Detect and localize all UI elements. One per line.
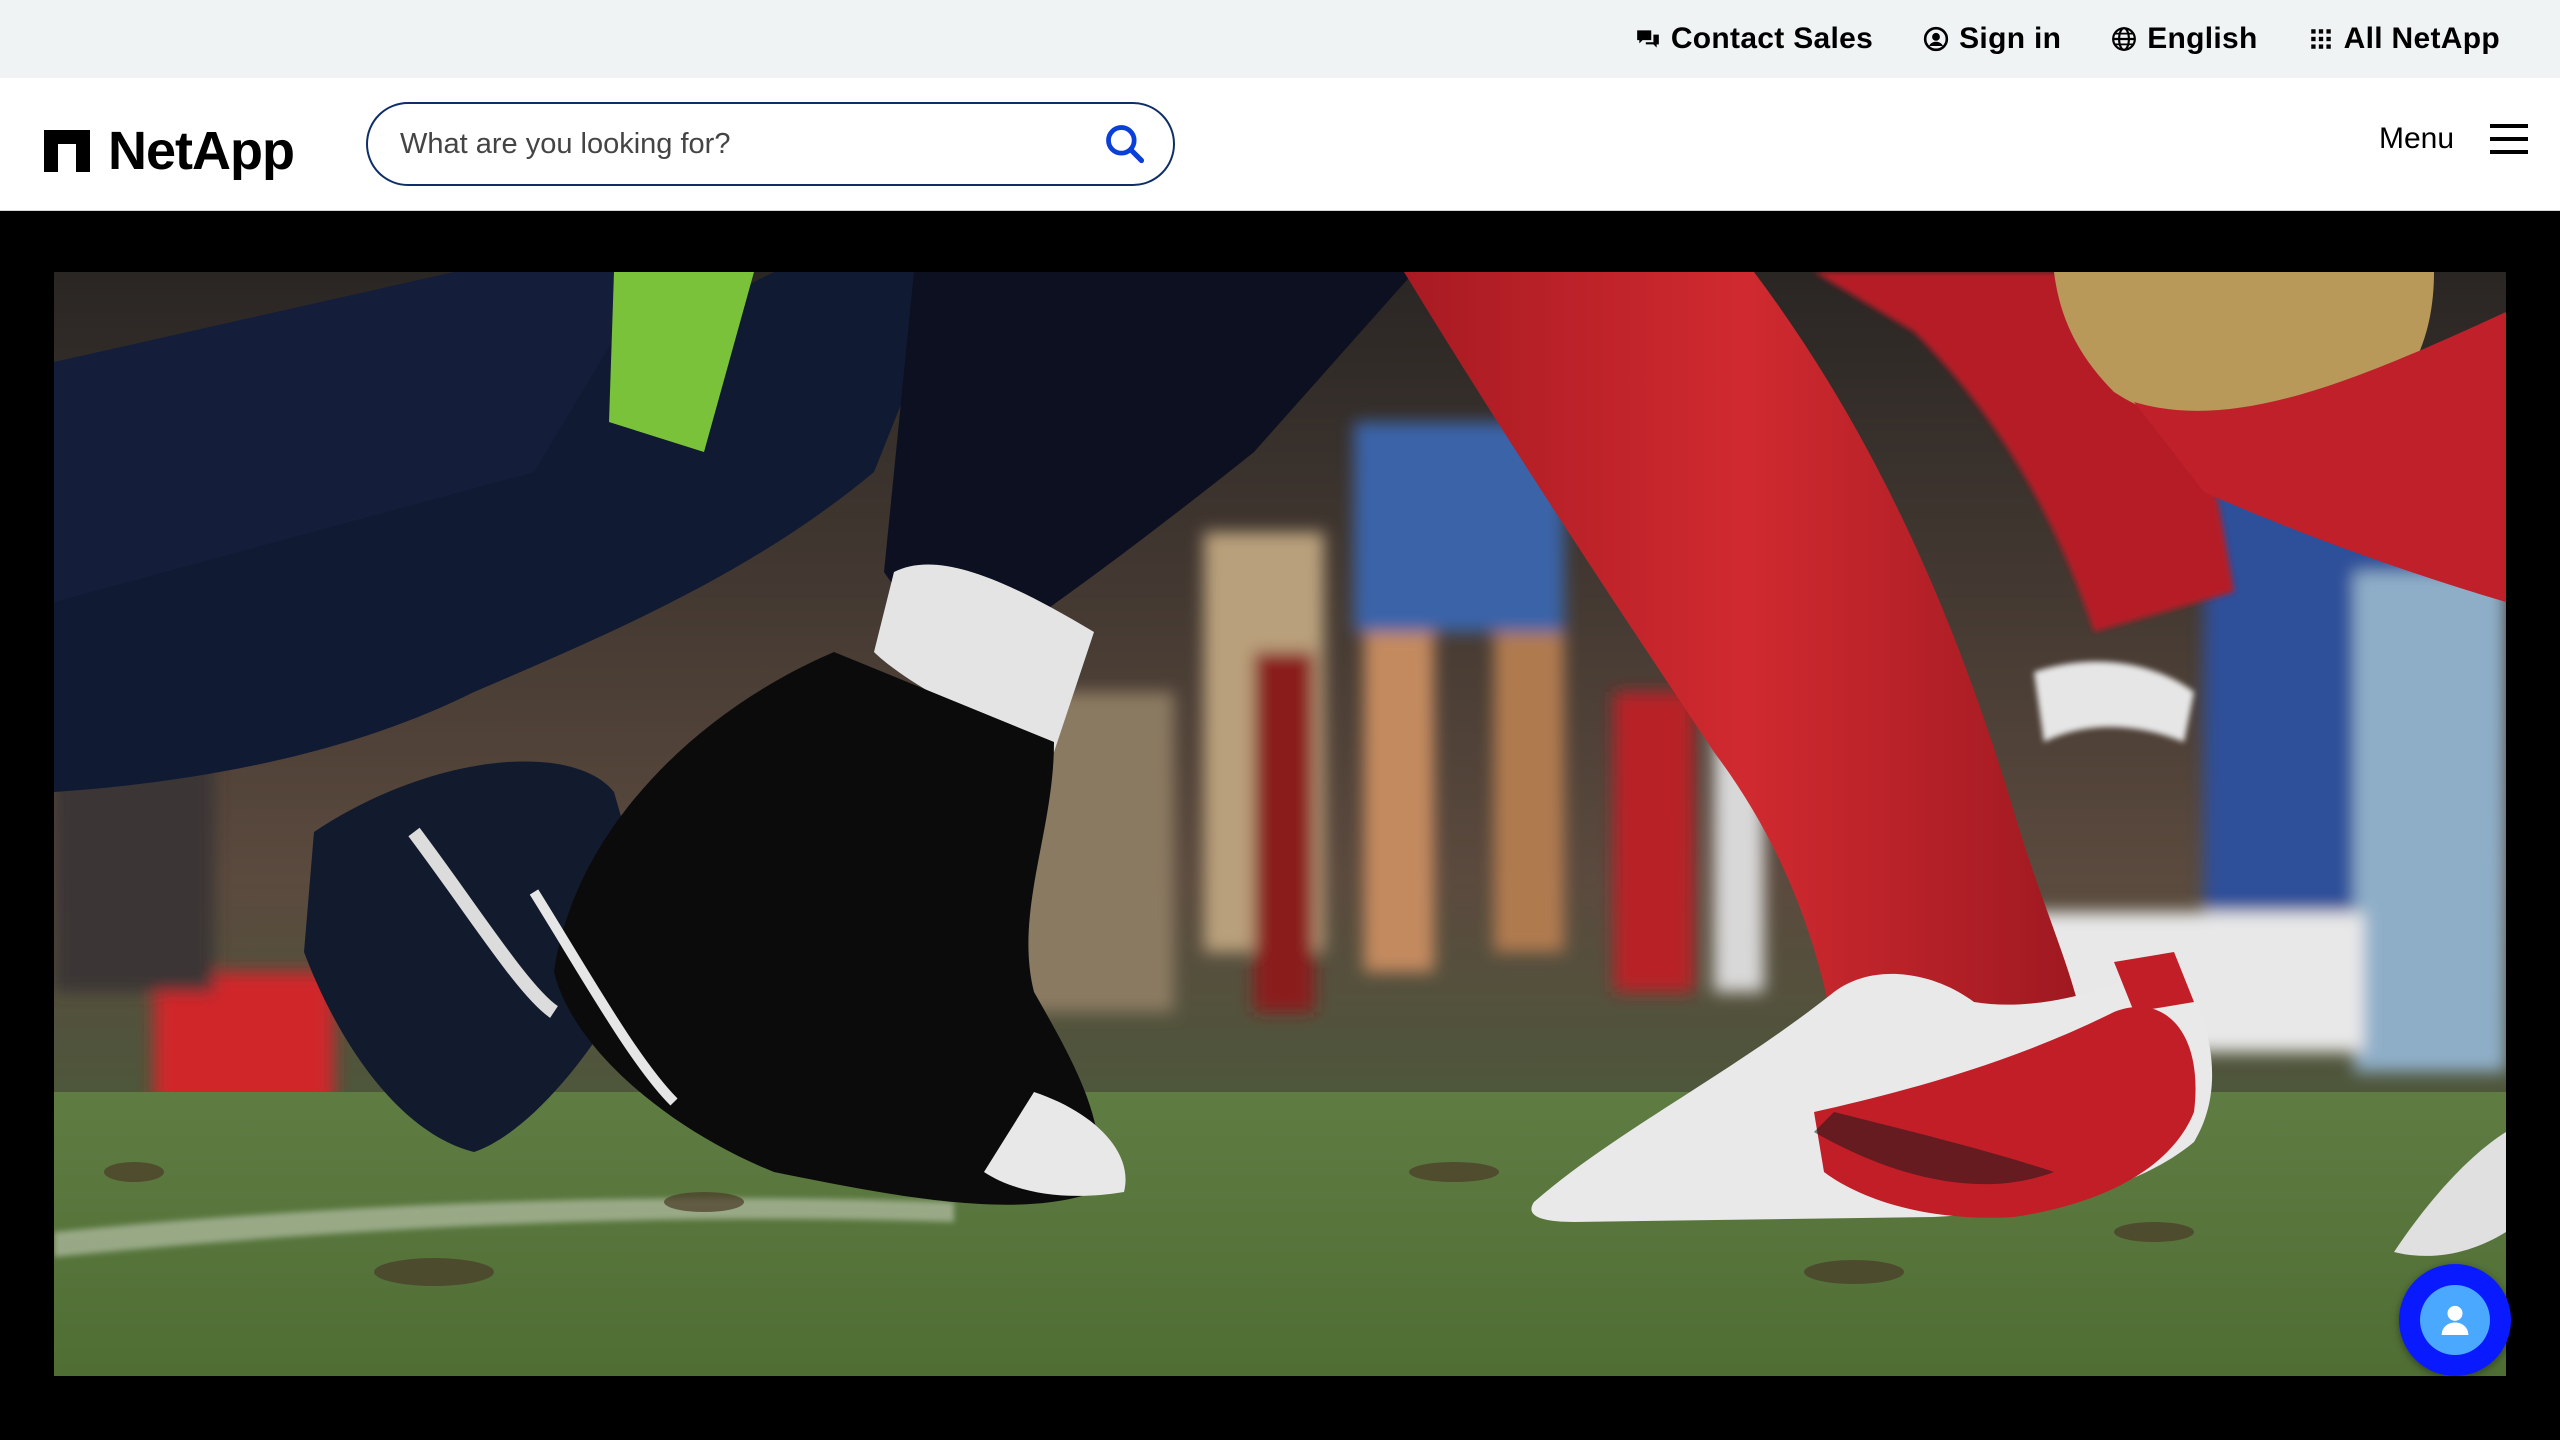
chat-bubbles-icon [1636, 30, 1659, 48]
globe-icon [2112, 27, 2137, 51]
search-bar [366, 102, 1175, 186]
language-selector[interactable]: English [2111, 22, 2257, 56]
language-label: English [2147, 22, 2258, 55]
search-icon[interactable] [1103, 122, 1147, 166]
netapp-logo[interactable]: NetApp [44, 120, 295, 182]
hero-section [0, 211, 2560, 1440]
logo-text: NetApp [108, 121, 295, 181]
sign-in-label: Sign in [1959, 22, 2062, 55]
user-circle-icon [1923, 26, 1949, 52]
hero-video[interactable] [54, 272, 2506, 1376]
grid-icon [2310, 29, 2331, 49]
chat-assistant-icon [2441, 1305, 2469, 1335]
all-netapp-link[interactable]: All NetApp [2308, 22, 2500, 56]
menu-button[interactable]: Menu [2379, 122, 2528, 156]
all-netapp-label: All NetApp [2343, 22, 2500, 55]
hamburger-icon [2490, 124, 2528, 154]
search-input[interactable] [398, 126, 1103, 162]
utility-bar: Contact Sales Sign in English All NetApp [0, 0, 2560, 78]
netapp-logo-mark-icon [44, 130, 90, 172]
contact-sales-label: Contact Sales [1670, 22, 1874, 55]
chat-assistant-button[interactable] [2399, 1264, 2511, 1376]
chat-avatar [2420, 1285, 2490, 1355]
sign-in-link[interactable]: Sign in [1923, 22, 2061, 56]
menu-label: Menu [2378, 122, 2454, 155]
contact-sales-link[interactable]: Contact Sales [1635, 22, 1873, 56]
hero-video-still [54, 272, 2506, 1376]
site-header: NetApp Menu [0, 78, 2560, 211]
